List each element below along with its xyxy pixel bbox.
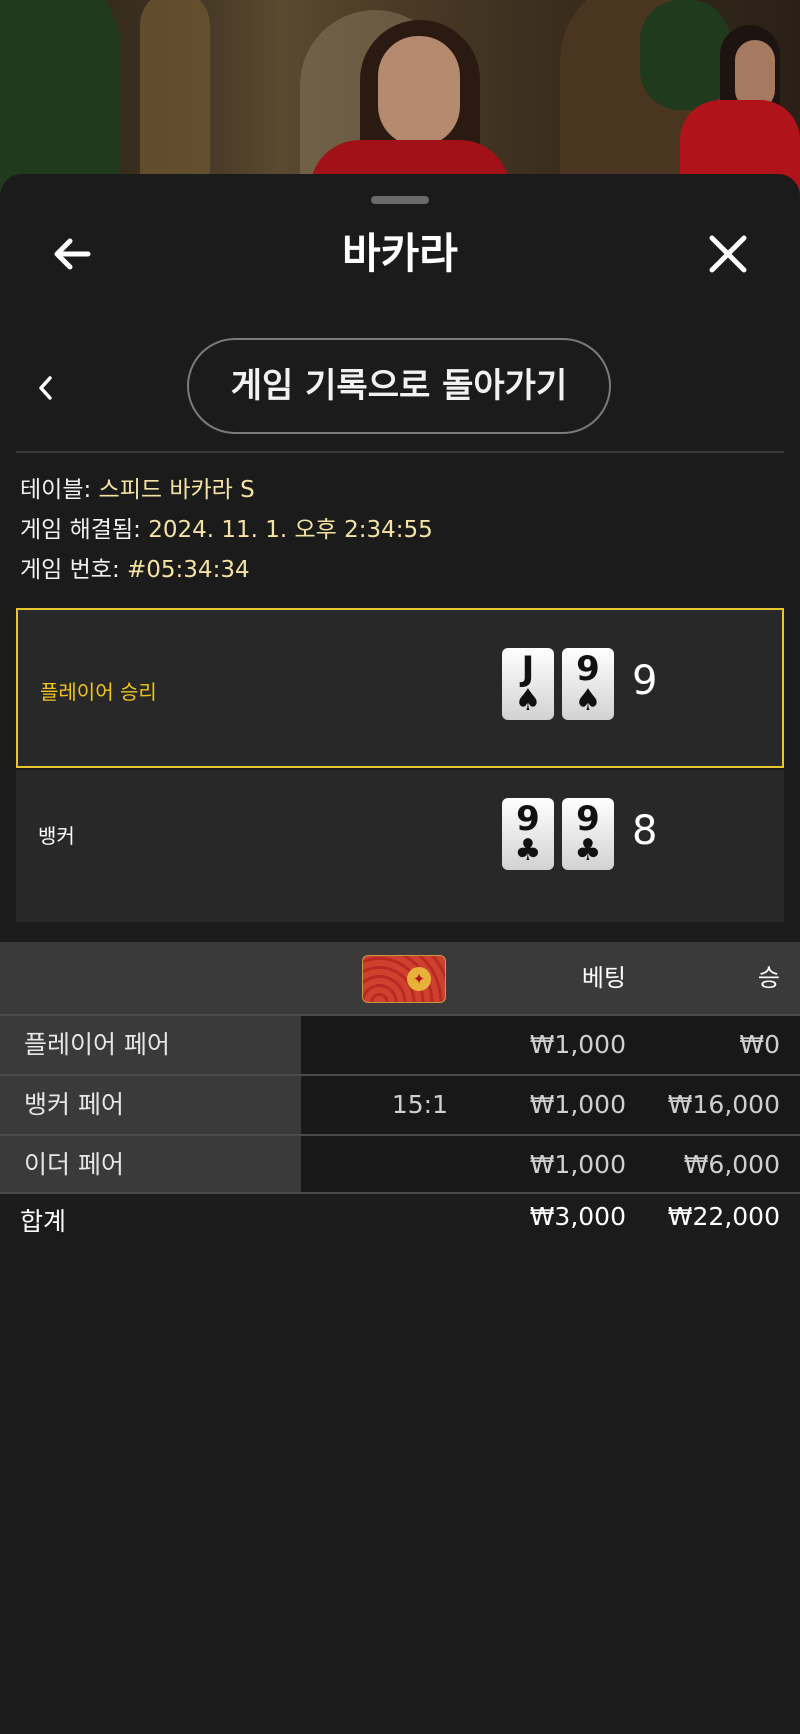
total-label: 합계 [20, 1207, 67, 1236]
banker-hand: 뱅커 9 ♣ 9 ♣ 8 [16, 770, 784, 922]
table-row: 플레이어 페어 ₩1,000 ₩0 [0, 1014, 800, 1074]
club-icon: ♣ [574, 833, 602, 868]
bet-amount: ₩1,000 [529, 1090, 626, 1119]
table-row: 뱅커 페어 15:1 ₩1,000 ₩16,000 [0, 1074, 800, 1134]
total-win: ₩22,000 [667, 1202, 780, 1231]
drag-handle[interactable] [371, 196, 429, 204]
bet-odds: 15:1 [391, 1090, 448, 1119]
win-amount: ₩6,000 [683, 1150, 780, 1179]
live-video-background [0, 0, 800, 200]
game-history-sheet: 바카라 게임 기록으로 돌아가기 테이블: 스피드 바카라 S 게임 해결됨: … [0, 174, 800, 1734]
totals-row: 합계 ₩3,000 ₩22,000 [0, 1192, 800, 1254]
win-amount: ₩0 [739, 1030, 780, 1059]
club-icon: ♣ [514, 833, 542, 868]
card-rank: 9 [516, 799, 540, 839]
resolved-label: 게임 해결됨: [20, 517, 141, 543]
close-icon[interactable] [706, 232, 750, 276]
card-rank: 9 [576, 799, 600, 839]
divider [16, 451, 784, 453]
playing-card: 9 ♣ [562, 798, 614, 870]
table-row: 이더 페어 ₩1,000 ₩6,000 [0, 1134, 800, 1194]
game-number-value: #05:34:34 [127, 557, 250, 583]
banker-label: 뱅커 [38, 824, 75, 848]
card-rank: J [521, 649, 535, 689]
playing-card: 9 ♠ [562, 648, 614, 720]
bet-amount: ₩1,000 [529, 1150, 626, 1179]
bet-name: 플레이어 페어 [24, 1030, 170, 1059]
win-amount: ₩16,000 [667, 1090, 780, 1119]
resolved-value: 2024. 11. 1. 오후 2:34:55 [148, 517, 433, 543]
table-value: 스피드 바카라 S [98, 477, 255, 503]
spade-icon: ♠ [514, 683, 542, 718]
page-title: 바카라 [342, 229, 458, 278]
game-number-label: 게임 번호: [20, 557, 120, 583]
spade-icon: ♠ [574, 683, 602, 718]
player-hand: 플레이어 승리 J ♠ 9 ♠ 9 [16, 608, 784, 768]
resolved-info: 게임 해결됨: 2024. 11. 1. 오후 2:34:55 [20, 515, 433, 545]
card-rank: 9 [576, 649, 600, 689]
bets-table-header: ✦ 베팅 승 [0, 942, 800, 1014]
table-info: 테이블: 스피드 바카라 S [20, 475, 255, 505]
bonus-chip-icon: ✦ [362, 955, 446, 1003]
bet-column-header: 베팅 [581, 964, 626, 992]
bet-amount: ₩1,000 [529, 1030, 626, 1059]
total-bet: ₩3,000 [529, 1202, 626, 1231]
player-score: 9 [632, 658, 658, 704]
playing-card: 9 ♣ [502, 798, 554, 870]
star-coin-icon: ✦ [407, 967, 431, 991]
game-number-info: 게임 번호: #05:34:34 [20, 555, 250, 585]
win-column-header: 승 [757, 964, 780, 992]
chevron-left-icon[interactable] [34, 372, 58, 404]
player-result-label: 플레이어 승리 [40, 680, 157, 704]
bet-name: 이더 페어 [24, 1150, 124, 1179]
banker-score: 8 [632, 808, 658, 854]
table-label: 테이블: [20, 477, 92, 503]
bet-name: 뱅커 페어 [24, 1090, 124, 1119]
return-to-history-button[interactable]: 게임 기록으로 돌아가기 [187, 338, 611, 434]
playing-card: J ♠ [502, 648, 554, 720]
